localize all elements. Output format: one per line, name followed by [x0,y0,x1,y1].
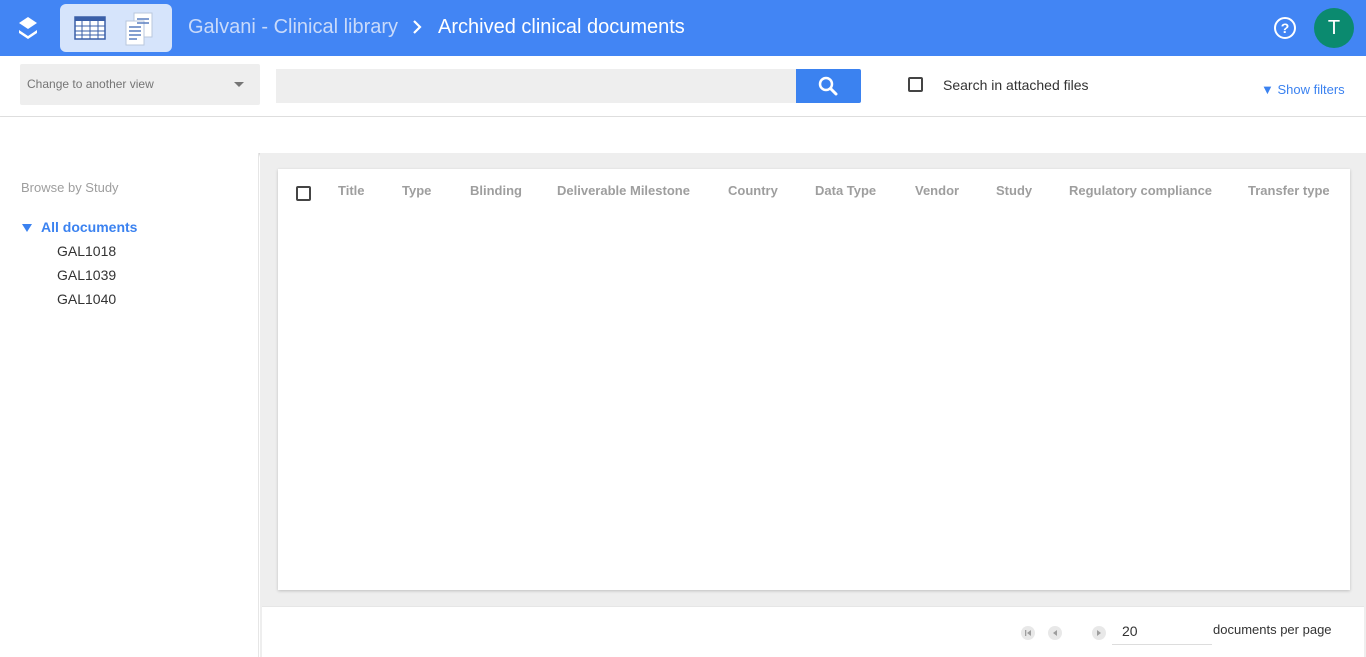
column-header-country[interactable]: Country [728,183,778,198]
next-page-icon[interactable] [1092,626,1106,640]
show-filters-link[interactable]: ▼ Show filters [1261,82,1345,97]
expand-caret-icon[interactable] [22,224,32,232]
tree-item-study[interactable]: GAL1018 [57,243,116,259]
select-all-checkbox[interactable] [296,186,311,201]
documents-view-icon[interactable] [122,10,158,53]
avatar[interactable]: T [1314,8,1354,48]
search-icon [818,76,838,96]
view-select[interactable]: Change to another view [20,64,260,105]
filter-band [0,117,1366,153]
per-page-label: documents per page [1213,622,1332,637]
tree-item-study[interactable]: GAL1040 [57,291,116,307]
sidebar-title: Browse by Study [21,180,119,195]
column-header-data-type[interactable]: Data Type [815,183,876,198]
top-bar: Galvani - Clinical library Archived clin… [0,0,1366,56]
column-header-title[interactable]: Title [338,183,365,198]
sidebar: Browse by Study All documents GAL1018 GA… [0,153,259,657]
first-page-icon[interactable] [1021,626,1035,640]
column-header-vendor[interactable]: Vendor [915,183,959,198]
tree-item-all-documents[interactable]: All documents [41,219,137,235]
grid-view-icon[interactable] [74,16,106,45]
main-content: Title Type Blinding Deliverable Mileston… [260,153,1366,657]
column-header-blinding[interactable]: Blinding [470,183,522,198]
breadcrumb-library[interactable]: Galvani - Clinical library [188,16,398,39]
search-input[interactable] [276,69,796,103]
search-attached-checkbox[interactable] [908,77,923,92]
column-header-transfer-type[interactable]: Transfer type [1248,183,1330,198]
per-page-input[interactable] [1112,617,1212,645]
layers-icon[interactable] [16,15,40,43]
view-select-placeholder: Change to another view [27,77,154,91]
toolbar: Change to another view Search in attache… [0,56,1366,117]
page-title: Archived clinical documents [438,16,685,38]
search-button[interactable] [796,69,861,103]
column-header-type[interactable]: Type [402,183,431,198]
pagination-bar: documents per page [262,606,1364,657]
tree-item-study[interactable]: GAL1039 [57,267,116,283]
chevron-right-icon [411,18,423,41]
documents-table: Title Type Blinding Deliverable Mileston… [278,169,1350,590]
search-attached-label: Search in attached files [943,77,1089,93]
column-header-regulatory-compliance[interactable]: Regulatory compliance [1069,183,1212,198]
help-icon[interactable]: ? [1274,17,1296,39]
view-switcher[interactable] [60,4,172,52]
previous-page-icon[interactable] [1048,626,1062,640]
column-header-study[interactable]: Study [996,183,1032,198]
chevron-down-icon [234,82,244,87]
column-header-deliverable-milestone[interactable]: Deliverable Milestone [557,183,690,198]
